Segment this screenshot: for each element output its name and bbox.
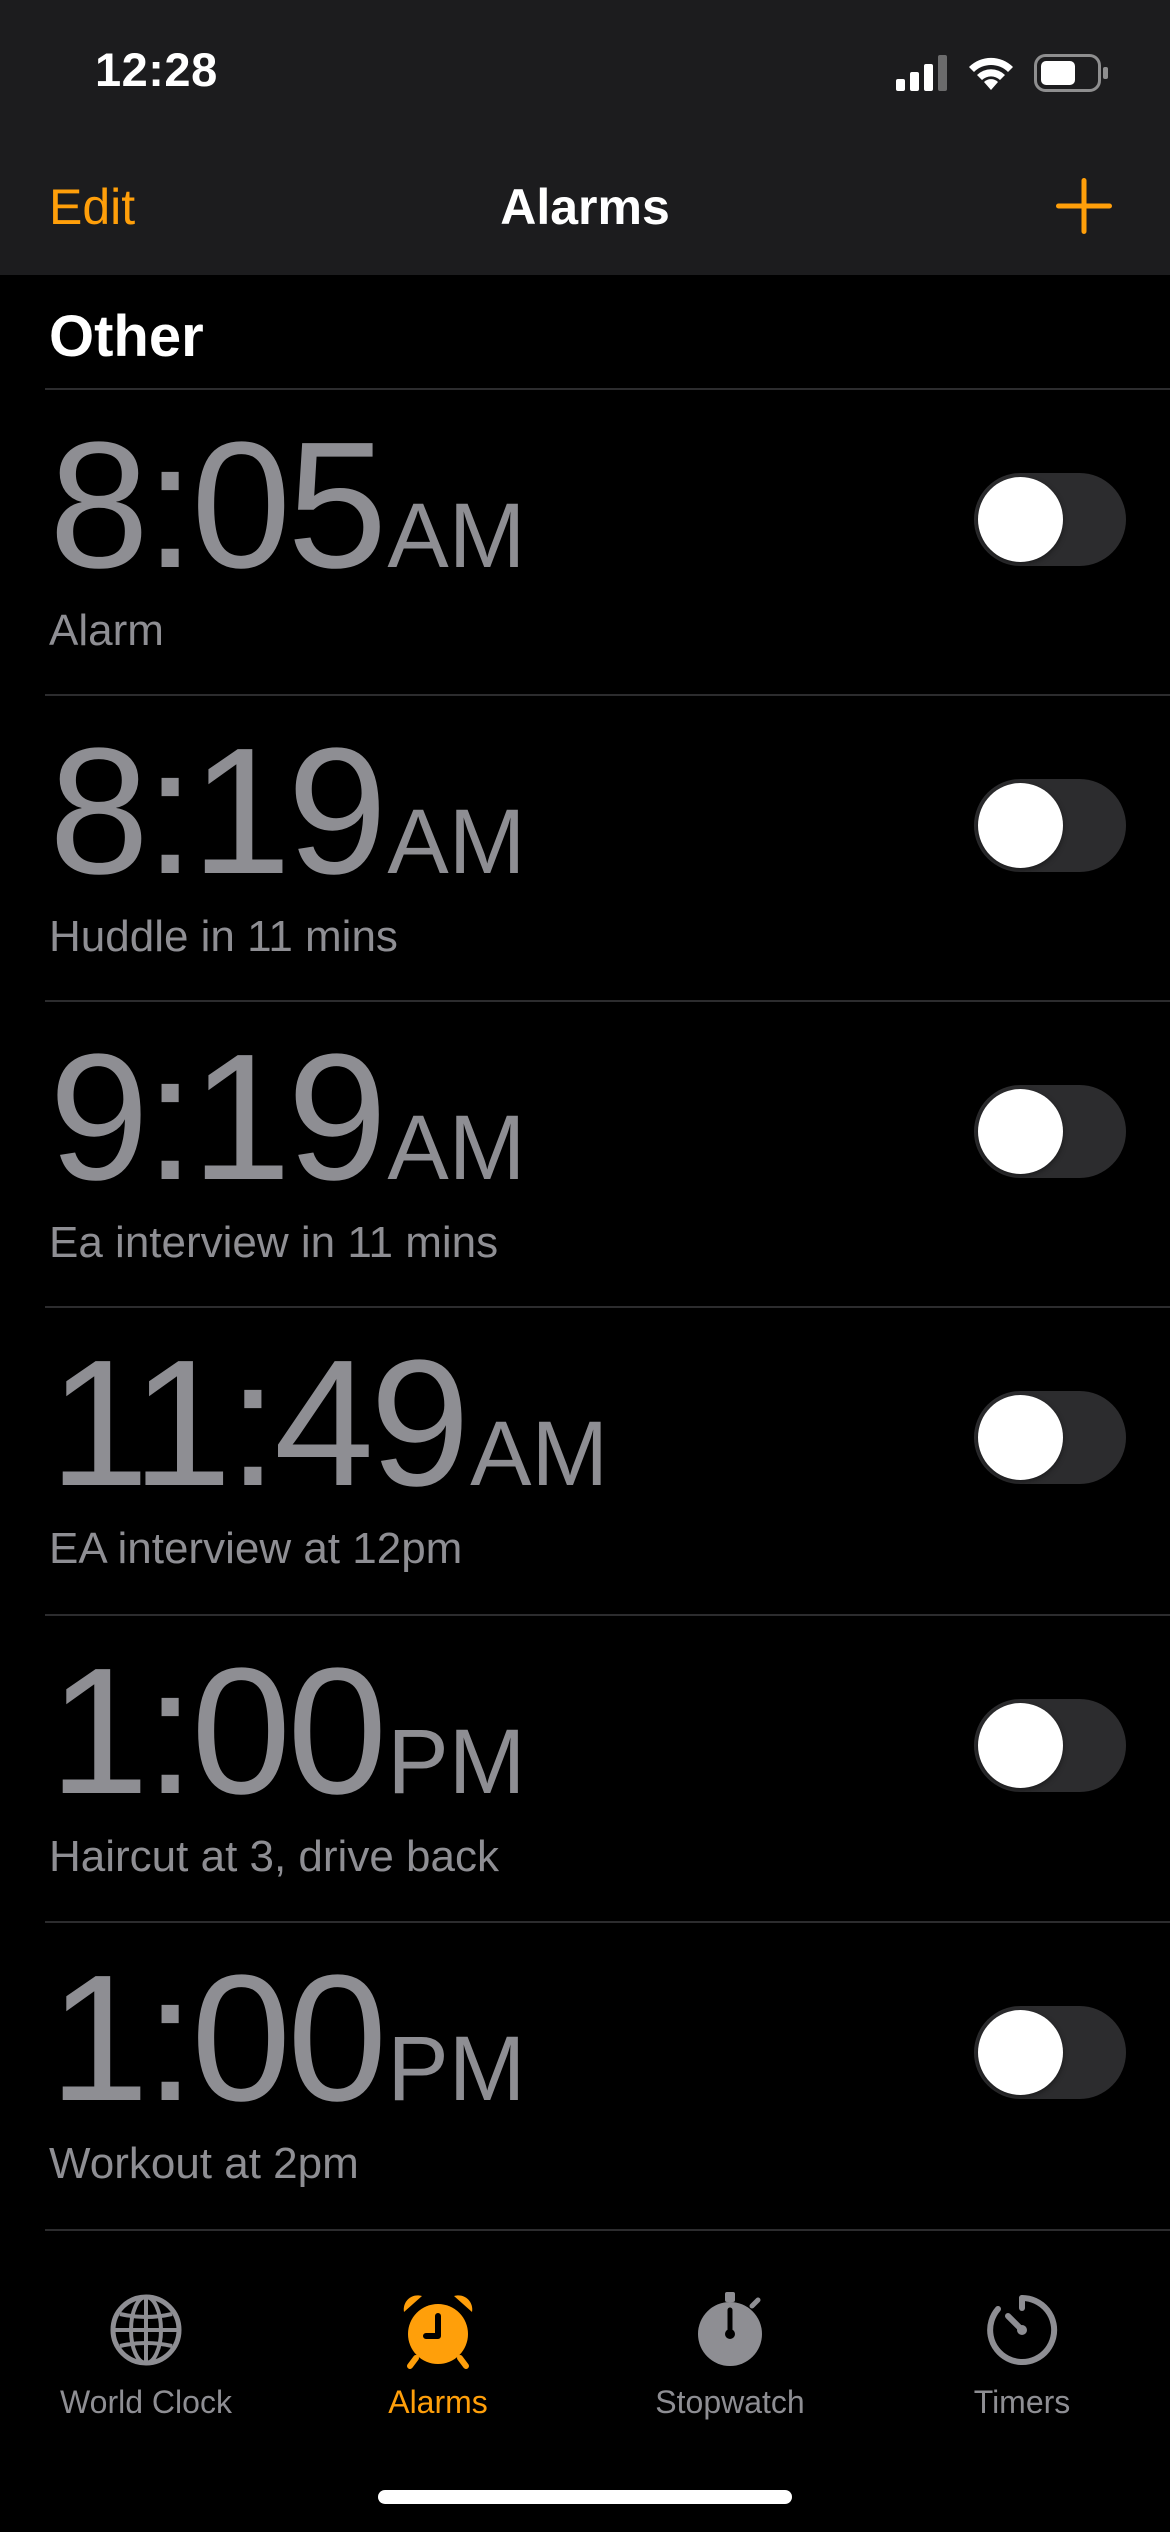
alarm-time: 9:19AM (49, 1028, 525, 1208)
alarm-row[interactable]: 8:19AM Huddle in 11 mins (0, 696, 1170, 1003)
alarm-row[interactable]: 1:00PM Workout at 2pm (0, 1923, 1170, 2230)
globe-icon (110, 2294, 182, 2366)
stopwatch-icon (698, 2292, 762, 2366)
alarm-time: 8:05AM (49, 416, 525, 596)
alarm-label: Huddle in 11 mins (49, 912, 398, 961)
divider (45, 2229, 1170, 2231)
alarm-time-digits: 1:00 (49, 1631, 387, 1832)
alarm-label: EA interview at 12pm (49, 1524, 463, 1573)
alarm-period: AM (387, 1097, 526, 1199)
tab-alarms[interactable]: Alarms (292, 2290, 584, 2421)
alarm-row[interactable]: 8:05AM Alarm (0, 390, 1170, 697)
alarm-period: PM (387, 2018, 526, 2120)
alarm-time: 1:00PM (49, 1642, 525, 1822)
alarm-time: 11:49AM (49, 1334, 608, 1514)
top-bar: 12:28 Edit Alarms (0, 0, 1170, 275)
timer-icon (987, 2294, 1058, 2365)
alarm-row[interactable]: 11:49AM EA interview at 12pm (0, 1308, 1170, 1615)
alarm-row[interactable]: 1:00PM Haircut at 3, drive back (0, 1616, 1170, 1923)
tab-label: World Clock (60, 2384, 232, 2420)
alarm-period: AM (387, 485, 526, 587)
wifi-icon (969, 57, 1013, 90)
alarm-label: Ea interview in 11 mins (49, 1218, 499, 1267)
tab-label: Stopwatch (655, 2384, 805, 2420)
alarm-clock-icon (403, 2295, 473, 2369)
alarm-toggle[interactable] (974, 1699, 1126, 1792)
alarm-toggle[interactable] (974, 779, 1126, 872)
page-title: Alarms (500, 179, 670, 235)
toggle-knob (978, 477, 1063, 562)
alarm-period: AM (470, 1403, 609, 1505)
toggle-knob (978, 1089, 1063, 1174)
alarm-time-digits: 8:05 (49, 405, 387, 606)
alarm-label: Alarm (49, 606, 164, 655)
alarm-time-digits: 9:19 (49, 1017, 387, 1218)
alarm-toggle[interactable] (974, 1085, 1126, 1178)
alarm-period: AM (387, 791, 526, 893)
alarm-toggle[interactable] (974, 1391, 1126, 1484)
battery-icon (1034, 54, 1108, 92)
tab-world-clock[interactable]: World Clock (0, 2290, 292, 2421)
cellular-signal-icon (896, 55, 947, 91)
alarm-label: Haircut at 3, drive back (49, 1832, 499, 1881)
status-time: 12:28 (95, 43, 218, 96)
alarm-time-digits: 8:19 (49, 711, 387, 912)
status-icons (896, 48, 1110, 98)
section-title: Other (49, 304, 204, 369)
toggle-knob (978, 783, 1063, 868)
tab-timers[interactable]: Timers (876, 2290, 1168, 2421)
tab-label: Timers (973, 2384, 1071, 2420)
tab-label: Alarms (388, 2384, 488, 2420)
alarm-time-digits: 11:49 (49, 1323, 470, 1524)
toggle-knob (978, 1703, 1063, 1788)
toggle-knob (978, 1395, 1063, 1480)
alarm-time: 8:19AM (49, 722, 525, 902)
alarm-label: Workout at 2pm (49, 2139, 359, 2188)
alarm-period: PM (387, 1711, 526, 1813)
tab-stopwatch[interactable]: Stopwatch (584, 2290, 876, 2421)
alarm-time-digits: 1:00 (49, 1938, 387, 2139)
plus-icon[interactable] (1056, 178, 1112, 234)
alarm-time: 1:00PM (49, 1949, 525, 2129)
home-indicator[interactable] (378, 2490, 792, 2504)
alarm-toggle[interactable] (974, 473, 1126, 566)
alarm-row[interactable]: 9:19AM Ea interview in 11 mins (0, 1002, 1170, 1309)
toggle-knob (978, 2010, 1063, 2095)
alarm-toggle[interactable] (974, 2006, 1126, 2099)
